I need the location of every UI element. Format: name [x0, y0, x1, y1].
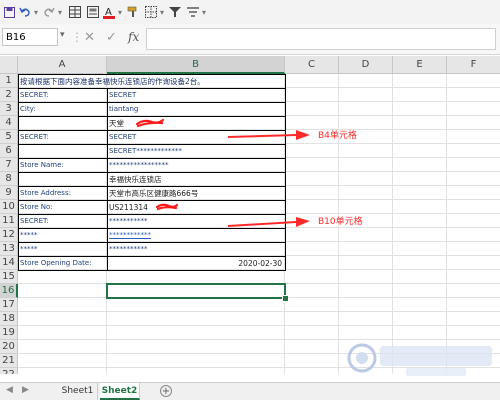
annotation-arrows — [227, 130, 310, 227]
spreadsheet-grid: ABCDEF 1 2 3 4 5 6 7 8 9 10 11 12 13 14 15 16 17 18 19 20 21… — [0, 56, 500, 374]
save-icon[interactable] — [2, 4, 16, 20]
name-box[interactable]: B16 — [2, 28, 58, 46]
form-icon[interactable] — [86, 4, 100, 20]
annotation-label-b4: B4单元格 — [318, 131, 357, 141]
formula-bar: B16 ▾ ⋮ ✕ ✓ fx — [0, 24, 500, 55]
tab-sheet1[interactable]: Sheet1 — [58, 383, 98, 400]
arrow-b4 — [227, 130, 310, 140]
font-color-icon[interactable]: A — [102, 4, 116, 20]
borders-dropdown-icon[interactable]: ▾ — [158, 4, 166, 20]
table-icon[interactable] — [68, 4, 82, 20]
cancel-icon[interactable]: ✕ — [84, 30, 95, 45]
insert-function-icon[interactable]: fx — [128, 30, 139, 44]
add-sheet-button[interactable]: + — [160, 385, 172, 397]
font-color-dropdown-icon[interactable]: ▾ — [116, 4, 124, 20]
enter-icon[interactable]: ✓ — [106, 30, 117, 45]
format-painter-icon[interactable] — [126, 4, 140, 20]
next-sheet-icon[interactable]: ▶ — [22, 385, 29, 395]
borders-icon[interactable] — [144, 4, 158, 20]
name-box-dropdown-icon[interactable]: ▾ — [60, 30, 65, 40]
undo-dropdown-icon[interactable]: ▾ — [32, 4, 40, 20]
formula-input[interactable] — [146, 28, 496, 50]
redo-dropdown-icon[interactable]: ▾ — [56, 4, 64, 20]
arrow-b10 — [227, 217, 310, 227]
site-watermark — [347, 343, 492, 376]
annotation-label-b10: B10单元格 — [318, 217, 363, 227]
tab-sheet2[interactable]: Sheet2 — [100, 383, 140, 400]
sort-icon[interactable] — [186, 4, 200, 20]
redo-icon[interactable] — [42, 4, 56, 20]
sheet-tabs-bar: ◀ ▶ Sheet1 Sheet2 + — [0, 382, 500, 400]
undo-icon[interactable] — [18, 4, 32, 20]
prev-sheet-icon[interactable]: ◀ — [6, 385, 13, 395]
quick-access-toolbar: ▾ ▾ A ▾ ▾ ▾ — [0, 0, 500, 25]
filter-icon[interactable] — [168, 4, 182, 20]
formula-bar-grip-icon[interactable]: ⋮ — [71, 30, 83, 44]
customize-toolbar-icon[interactable]: ▾ — [200, 4, 208, 20]
